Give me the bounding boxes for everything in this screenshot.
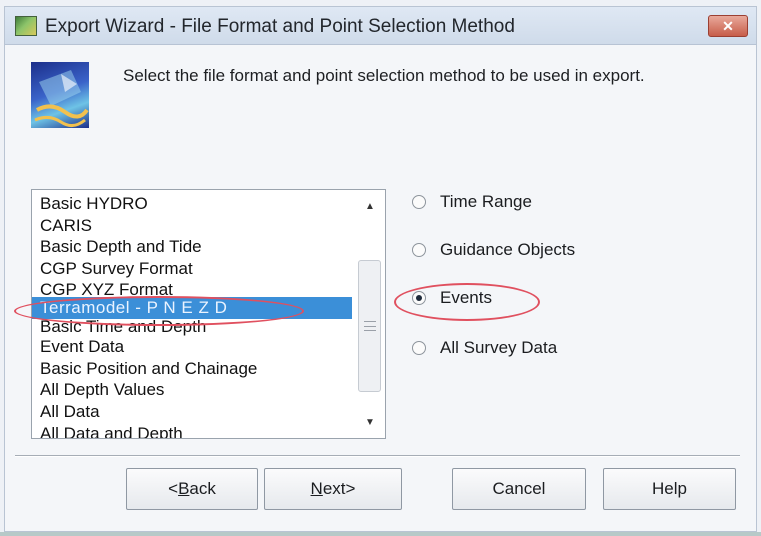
radio-button[interactable] [412,341,426,355]
list-item[interactable]: CGP Survey Format [32,258,352,280]
radio-all-survey-data[interactable]: All Survey Data [412,338,557,364]
radio-events[interactable]: Events [412,288,492,314]
list-item[interactable]: All Depth Values [32,379,352,401]
cancel-button[interactable]: Cancel [452,468,586,510]
grip-icon [364,321,376,331]
radio-label: Guidance Objects [440,240,576,259]
radio-button[interactable] [412,195,426,209]
file-format-list[interactable]: Basic HYDRO CARIS Basic Depth and Tide C… [31,189,386,439]
radio-label: Events [440,288,492,307]
back-button-label-prefix: < [168,479,179,498]
separator [15,455,740,457]
back-button[interactable]: <Back [126,468,258,510]
title-bar: Export Wizard - File Format and Point Se… [5,7,756,45]
scroll-thumb[interactable] [358,260,381,392]
scroll-down-icon[interactable]: ▼ [363,416,377,430]
list-item[interactable]: Basic Depth and Tide [32,236,352,258]
next-button-accelerator: N [310,479,323,498]
list-item[interactable]: CARIS [32,215,352,237]
radio-guidance-objects[interactable]: Guidance Objects [412,240,575,266]
radio-label: Time Range [440,192,532,211]
list-item[interactable]: Basic Position and Chainage [32,358,352,380]
radio-time-range[interactable]: Time Range [412,192,532,218]
list-scrollbar[interactable]: ▲ ▼ [355,190,385,438]
back-button-label: ack [189,479,216,498]
list-item-selected[interactable]: Terramodel - P N E Z D [32,297,352,319]
list-item[interactable]: All Data [32,401,352,423]
window-title: Export Wizard - File Format and Point Se… [45,16,515,37]
app-icon [15,16,37,36]
close-button[interactable]: ✕ [708,15,748,37]
list-item[interactable]: Event Data [32,336,352,358]
instruction-text: Select the file format and point selecti… [123,66,645,85]
list-item[interactable]: All Data and Depth [32,423,352,438]
list-item[interactable]: Basic HYDRO [32,193,352,215]
back-button-accelerator: B [178,479,190,498]
next-button[interactable]: Next> [264,468,402,510]
radio-label: All Survey Data [440,338,558,357]
scroll-up-icon[interactable]: ▲ [363,200,377,214]
bottom-border [0,532,761,536]
list-item[interactable]: Basic Time and Depth [32,319,352,337]
next-button-label: ext> [322,479,356,498]
radio-button-checked[interactable] [412,291,426,305]
help-button[interactable]: Help [603,468,736,510]
list-item[interactable]: CGP XYZ Format [32,279,352,297]
hydro-logo [31,62,89,128]
radio-button[interactable] [412,243,426,257]
